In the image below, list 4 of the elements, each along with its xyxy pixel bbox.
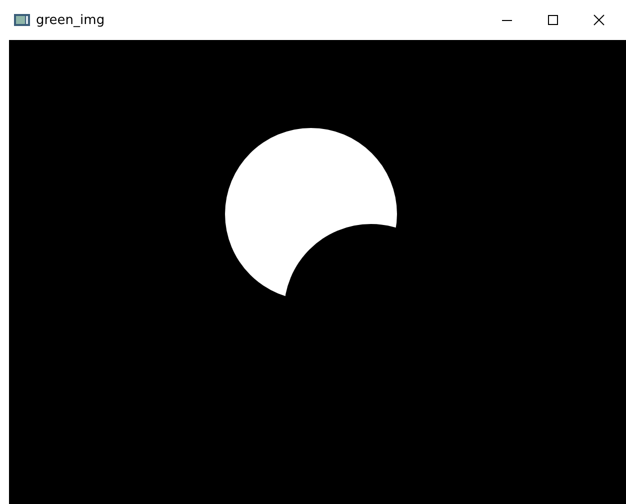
close-icon	[593, 14, 605, 26]
maximize-icon	[547, 14, 559, 26]
image-window-icon	[14, 14, 30, 26]
window-title: green_img	[36, 12, 106, 28]
